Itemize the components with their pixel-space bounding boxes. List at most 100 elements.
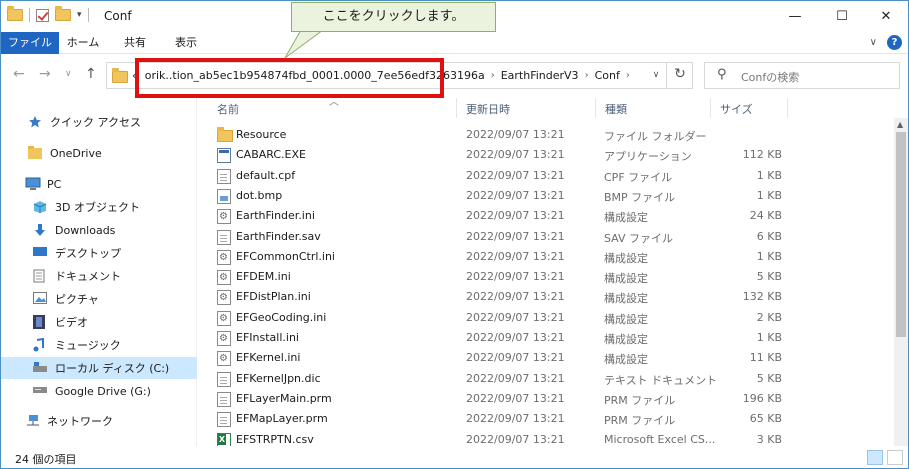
file-name: EFGeoCoding.ini: [236, 310, 327, 324]
sidebar-item-videos[interactable]: ビデオ: [1, 311, 197, 333]
video-icon: [33, 315, 49, 329]
details-view-icon[interactable]: [867, 450, 883, 465]
file-name: EFKernelJpn.dic: [236, 371, 321, 385]
tab-view[interactable]: 表示: [166, 32, 206, 54]
file-row[interactable]: EFKernel.ini 2022/09/07 13:21 構成設定 11 KB: [214, 348, 794, 368]
back-button[interactable]: ←: [13, 66, 25, 82]
settings-file-icon: [217, 209, 231, 225]
refresh-button[interactable]: ↻: [666, 62, 693, 89]
sidebar-item-pc[interactable]: PC: [1, 173, 197, 195]
file-date: 2022/09/07 13:21: [466, 229, 565, 243]
sidebar-item-label: Downloads: [55, 223, 116, 237]
breadcrumb-item[interactable]: EarthFinderV3: [501, 69, 579, 82]
file-row[interactable]: CABARC.EXE 2022/09/07 13:21 アプリケーション 112 KB: [214, 145, 794, 165]
file-size: 112 KB: [742, 148, 782, 162]
file-row[interactable]: EFMapLayer.prm 2022/09/07 13:21 PRM ファイル 65…: [214, 409, 794, 429]
column-size[interactable]: サイズ: [720, 101, 753, 117]
tab-share[interactable]: 共有: [115, 32, 155, 54]
file-row[interactable]: dot.bmp 2022/09/07 13:21 BMP ファイル 1 KB: [214, 186, 794, 206]
callout-tail: [284, 30, 324, 59]
minimize-button[interactable]: —: [772, 1, 818, 32]
file-row[interactable]: EarthFinder.ini 2022/09/07 13:21 構成設定 24 KB: [214, 206, 794, 226]
sidebar-item-onedrive[interactable]: OneDrive: [1, 142, 197, 164]
sidebar-item-label: OneDrive: [50, 146, 102, 160]
file-type: 構成設定: [604, 353, 648, 367]
file-row[interactable]: EFCommonCtrl.ini 2022/09/07 13:21 構成設定 1 KB: [214, 247, 794, 267]
ribbon-controls: ∨ ?: [870, 35, 902, 50]
file-date: 2022/09/07 13:21: [466, 310, 565, 324]
file-row[interactable]: EarthFinder.sav 2022/09/07 13:21 SAV ファイル 6…: [214, 227, 794, 247]
file-date: 2022/09/07 13:21: [466, 371, 565, 385]
large-icons-view-icon[interactable]: [887, 450, 903, 465]
expand-ribbon-icon[interactable]: ∨: [870, 37, 877, 48]
vertical-scrollbar[interactable]: ▲: [894, 118, 908, 446]
column-divider[interactable]: [710, 98, 711, 118]
sidebar-item-music[interactable]: ミュージック: [1, 334, 197, 356]
pc-icon: [25, 177, 41, 191]
drive-icon: [33, 384, 49, 398]
sidebar-item-google-drive[interactable]: Google Drive (G:): [1, 380, 197, 402]
breadcrumb-item[interactable]: Conf: [595, 69, 620, 82]
scroll-up-icon[interactable]: ▲: [897, 120, 903, 129]
desktop-icon: [33, 246, 49, 260]
file-row[interactable]: EFDEM.ini 2022/09/07 13:21 構成設定 5 KB: [214, 267, 794, 287]
sidebar-item-documents[interactable]: ドキュメント: [1, 265, 197, 287]
file-row[interactable]: EFDistPlan.ini 2022/09/07 13:21 構成設定 132 KB: [214, 287, 794, 307]
properties-icon[interactable]: [36, 8, 49, 22]
address-dropdown-icon[interactable]: ∨: [647, 62, 665, 89]
search-box[interactable]: ⚲ Confの検索: [704, 62, 900, 89]
customize-toolbar-icon[interactable]: ▾: [77, 10, 82, 20]
file-row[interactable]: EFInstall.ini 2022/09/07 13:21 構成設定 1 KB: [214, 328, 794, 348]
status-bar: 24 個の項目: [1, 446, 908, 468]
tab-file[interactable]: ファイル: [1, 32, 59, 54]
chevron-right-icon[interactable]: ›: [626, 70, 630, 81]
file-icon: [217, 412, 231, 428]
file-size: 65 KB: [749, 412, 782, 426]
file-type: 構成設定: [604, 333, 648, 346]
file-row[interactable]: Resource 2022/09/07 13:21 ファイル フォルダー: [214, 125, 794, 145]
settings-file-icon: [217, 331, 231, 346]
file-type: PRM ファイル: [604, 393, 676, 407]
file-name: EFKernel.ini: [236, 351, 301, 365]
file-row[interactable]: EFKernelJpn.dic 2022/09/07 13:21 テキスト ドキュメ…: [214, 369, 794, 389]
recent-locations-button[interactable]: ∨: [65, 69, 72, 79]
column-type[interactable]: 種類: [605, 101, 627, 117]
sidebar-item-label: ミュージック: [55, 339, 121, 352]
file-name: EFLayerMain.prm: [236, 391, 332, 405]
help-icon[interactable]: ?: [887, 35, 902, 50]
file-row[interactable]: EFLayerMain.prm 2022/09/07 13:21 PRM ファイル 1…: [214, 389, 794, 409]
sidebar-item-quick-access[interactable]: クイック アクセス: [1, 111, 197, 133]
file-size: 1 KB: [756, 188, 782, 202]
sidebar-item-label: ネットワーク: [47, 415, 113, 428]
column-header: 名前 更新日時 種類 サイズ: [197, 96, 908, 118]
file-name: Resource: [236, 128, 287, 141]
chevron-right-icon[interactable]: ›: [491, 70, 495, 81]
file-name: EFDEM.ini: [236, 270, 291, 284]
maximize-button[interactable]: ☐: [819, 1, 865, 32]
sidebar-item-downloads[interactable]: Downloads: [1, 219, 197, 241]
column-divider[interactable]: [595, 98, 596, 118]
file-row[interactable]: EFGeoCoding.ini 2022/09/07 13:21 構成設定 2 KB: [214, 308, 794, 328]
sidebar-item-desktop[interactable]: デスクトップ: [1, 242, 197, 264]
forward-button[interactable]: →: [39, 66, 51, 82]
sidebar-item-network[interactable]: ネットワーク: [1, 410, 197, 432]
file-row[interactable]: default.cpf 2022/09/07 13:21 CPF ファイル 1 KB: [214, 166, 794, 186]
sidebar-item-3d-objects[interactable]: 3D オブジェクト: [1, 196, 197, 218]
up-button[interactable]: ↑: [85, 66, 97, 82]
sidebar-item-pictures[interactable]: ピクチャ: [1, 288, 197, 310]
download-icon: [33, 223, 49, 237]
file-date: 2022/09/07 13:21: [466, 188, 565, 202]
chevron-right-icon[interactable]: ›: [585, 70, 589, 81]
file-size: 1 KB: [756, 331, 782, 344]
close-button[interactable]: ✕: [863, 1, 909, 32]
column-divider[interactable]: [787, 98, 788, 118]
column-date[interactable]: 更新日時: [466, 101, 510, 117]
file-date: 2022/09/07 13:21: [466, 290, 565, 304]
tab-home[interactable]: ホーム: [63, 32, 103, 54]
column-divider[interactable]: [456, 98, 457, 118]
scrollbar-thumb[interactable]: [896, 132, 906, 337]
sidebar-item-local-disk[interactable]: ローカル ディスク (C:): [1, 357, 197, 379]
network-icon: [25, 414, 41, 428]
new-folder-icon[interactable]: [55, 6, 71, 21]
column-name[interactable]: 名前: [217, 101, 239, 117]
